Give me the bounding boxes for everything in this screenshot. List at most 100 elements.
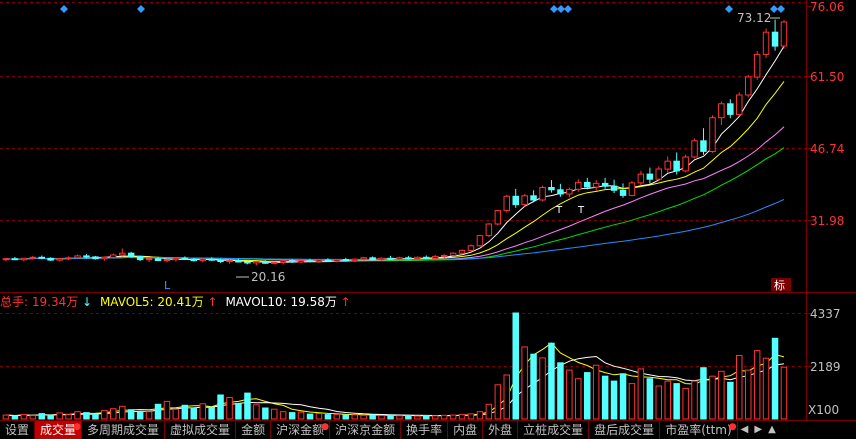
tab-turnover[interactable]: 换手率	[401, 421, 449, 439]
candle-up	[664, 160, 671, 170]
candle-down	[727, 103, 734, 115]
candle-down	[244, 261, 251, 264]
candle-up	[172, 257, 180, 261]
volume-bar	[378, 415, 385, 420]
volume-bar	[405, 415, 412, 420]
volume-bar	[503, 374, 510, 420]
tab-pe-ttm[interactable]: 市盈率(ttm) ●	[660, 421, 738, 439]
candle-up	[575, 181, 582, 190]
volume-bar	[279, 411, 287, 420]
candle-down	[369, 257, 376, 261]
volume-bar	[333, 413, 341, 420]
candle-up	[762, 31, 770, 55]
tab-virtual-volume[interactable]: 虚拟成交量	[165, 421, 237, 439]
candle-up	[101, 256, 108, 260]
candle-up	[360, 257, 367, 260]
candle-up	[539, 187, 546, 201]
candle-up	[297, 260, 305, 263]
tab-hs-amount[interactable]: 沪深金额 ●	[271, 421, 331, 439]
volume-bar	[387, 414, 394, 420]
volume-bar	[414, 415, 421, 420]
candlestick-chart[interactable]: 76.06 61.50 46.74 31.98 4337 2189 X100 7…	[0, 0, 856, 420]
candle-down	[700, 140, 707, 152]
volume-bar	[539, 357, 546, 420]
tag-t: T	[555, 205, 563, 216]
candle-up	[119, 252, 126, 256]
volume-bar	[38, 413, 45, 420]
volume-bar	[172, 408, 180, 420]
star-icon: ●	[321, 422, 330, 432]
candle-down	[324, 259, 332, 262]
tab-volume[interactable]: 成交量 ●	[35, 421, 83, 439]
tab-settings[interactable]: 设置	[0, 421, 36, 439]
candle-up	[709, 117, 716, 152]
candle-down	[154, 258, 162, 262]
tab-stake-volume[interactable]: 立桩成交量	[518, 421, 590, 439]
candle-down	[92, 256, 99, 260]
volume-bar	[20, 413, 28, 420]
candle-down	[584, 181, 591, 188]
candle-up	[271, 261, 278, 264]
tab-multi-period-volume[interactable]: 多周期成交量	[82, 421, 166, 439]
volume-bar	[163, 400, 171, 420]
volume-bar	[208, 406, 215, 420]
candle-up	[163, 259, 171, 262]
volume-bar	[655, 385, 662, 420]
volume-bar	[637, 368, 645, 420]
ma5-line	[5, 46, 785, 263]
volume-bar	[458, 413, 466, 420]
candle-down	[771, 31, 779, 47]
volume-bar	[369, 414, 376, 420]
volume-bar	[351, 414, 358, 420]
candle-up	[521, 195, 528, 206]
tab-scroll-left-icon[interactable]: ◀	[738, 421, 752, 439]
candle-down	[181, 257, 189, 260]
candle-up	[655, 168, 662, 180]
volume-bar	[127, 409, 135, 420]
candle-down	[47, 257, 54, 261]
volume-bar	[566, 369, 573, 420]
candle-up	[20, 257, 28, 261]
candle-up	[199, 258, 206, 262]
marker-badge[interactable]: 标	[771, 278, 791, 292]
volume-bar	[610, 380, 618, 420]
low-price-label: 20.16	[251, 270, 285, 284]
candle-up	[253, 261, 260, 264]
volume-bar	[709, 375, 716, 420]
candle-up	[351, 258, 358, 262]
volume-bar	[736, 355, 743, 420]
volume-bar	[691, 380, 698, 420]
diamond-marker	[725, 5, 733, 13]
tab-menu-icon[interactable]: ▲	[765, 421, 779, 439]
volume-bar	[601, 375, 609, 420]
tab-amount[interactable]: 金额	[236, 421, 272, 439]
tab-after-hours-volume[interactable]: 盘后成交量	[589, 421, 661, 439]
candle-down	[423, 256, 430, 259]
volume-bar	[253, 404, 260, 420]
tab-outer[interactable]: 外盘	[483, 421, 519, 439]
ma20-line	[5, 126, 785, 262]
candle-up	[333, 259, 341, 262]
candle-down	[217, 259, 224, 263]
candle-up	[691, 140, 698, 158]
volume-bar	[584, 372, 591, 420]
tab-inner[interactable]: 内盘	[448, 421, 484, 439]
candle-down	[673, 160, 680, 172]
tab-scroll-right-icon[interactable]: ▶	[751, 421, 765, 439]
volume-bar	[83, 412, 90, 420]
diamond-marker	[550, 5, 558, 13]
volume-bar	[226, 397, 233, 420]
volume-bar	[718, 370, 725, 420]
tag-t: T	[577, 205, 585, 216]
volume-bar	[440, 414, 448, 420]
candle-up	[718, 103, 725, 119]
candle-down	[208, 258, 215, 261]
diamond-marker	[60, 5, 68, 13]
volume-bar	[753, 350, 761, 420]
volume-bar	[548, 342, 555, 420]
volume-bar	[780, 366, 788, 420]
price-axis-label: 31.98	[810, 214, 844, 228]
volume-axis-label: 2189	[810, 360, 841, 374]
tab-hsj-amount[interactable]: 沪深京金额	[330, 421, 402, 439]
volume-bar	[700, 367, 707, 420]
